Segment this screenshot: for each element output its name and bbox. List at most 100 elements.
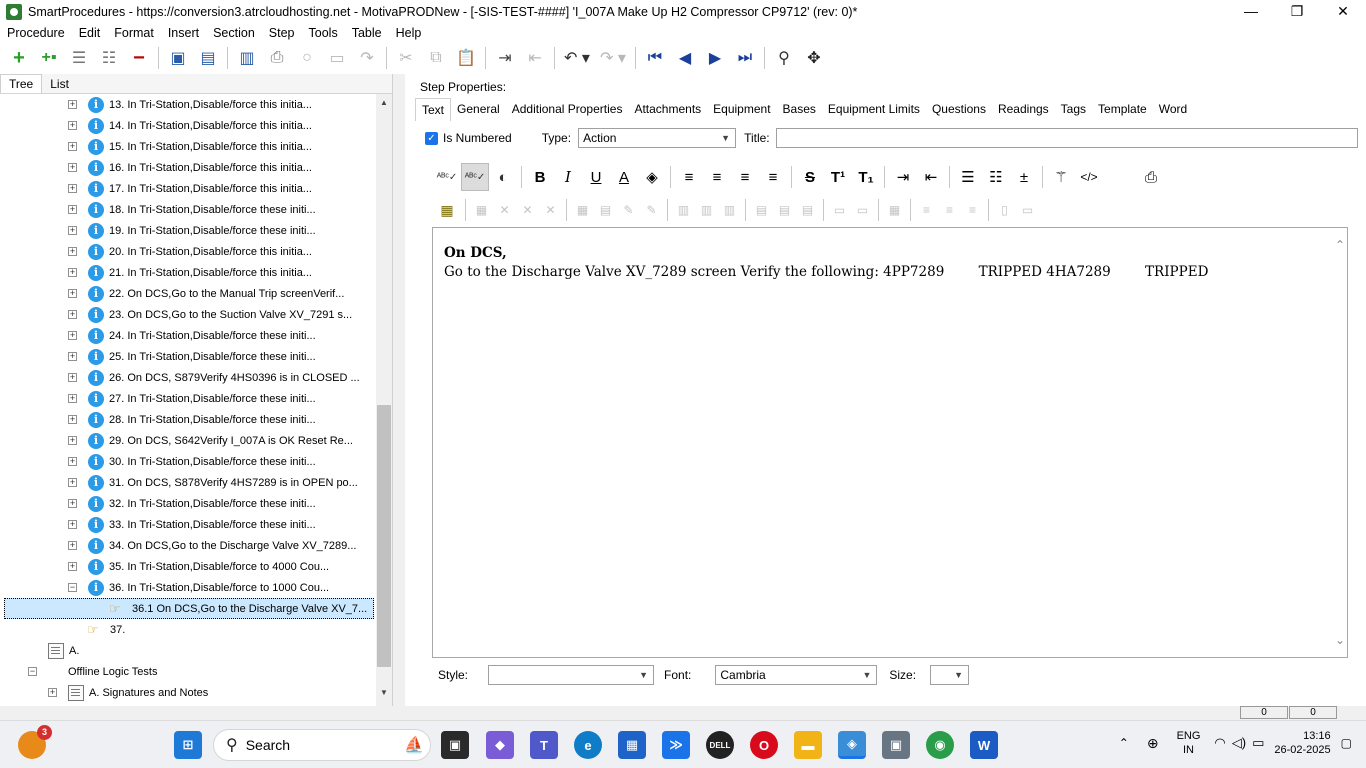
tree-item[interactable]: i 35. In Tri-Station,Disable/force to 400… bbox=[88, 556, 329, 577]
smartprocedures-icon[interactable]: ◈ bbox=[838, 731, 866, 759]
expand-icon[interactable]: + bbox=[68, 499, 77, 508]
tree-item[interactable]: i 28. In Tri-Station,Disable/force these … bbox=[88, 409, 316, 430]
menu-tools[interactable]: Tools bbox=[302, 26, 345, 40]
expand-icon[interactable]: + bbox=[68, 352, 77, 361]
expand-icon[interactable]: + bbox=[68, 142, 77, 151]
tab-general[interactable]: General bbox=[451, 98, 506, 121]
cut-icon[interactable]: ✂ bbox=[391, 44, 421, 72]
is-numbered-checkbox[interactable]: ✓ bbox=[425, 131, 438, 145]
autospell-icon[interactable]: ᴬᴮᶜ✓ bbox=[461, 163, 489, 191]
superscript-icon[interactable]: T¹ bbox=[824, 163, 852, 191]
tab-readings[interactable]: Readings bbox=[992, 98, 1055, 121]
tab-text[interactable]: Text bbox=[415, 98, 452, 121]
menu-procedure[interactable]: Procedure bbox=[0, 26, 72, 40]
next-step-icon[interactable]: ▶ bbox=[700, 44, 730, 72]
print-icon[interactable]: ⎙ bbox=[262, 44, 292, 72]
type-select[interactable]: Action ▼ bbox=[578, 128, 737, 148]
menu-format[interactable]: Format bbox=[107, 26, 161, 40]
minimize-button[interactable]: — bbox=[1228, 0, 1274, 24]
folder-icon[interactable]: ▬ bbox=[794, 731, 822, 759]
tree-item[interactable]: i 33. In Tri-Station,Disable/force these … bbox=[88, 514, 316, 535]
tree-item[interactable]: i 32. In Tri-Station,Disable/force these … bbox=[88, 493, 316, 514]
title-input[interactable] bbox=[775, 128, 1358, 148]
copilot-icon[interactable]: ◆ bbox=[486, 731, 514, 759]
expand-icon[interactable]: + bbox=[68, 520, 77, 529]
previous-step-icon[interactable]: ◀ bbox=[670, 44, 700, 72]
underline-icon[interactable]: U bbox=[582, 163, 610, 191]
tree-item[interactable]: i 34. On DCS,Go to the Discharge Valve XV… bbox=[88, 535, 356, 556]
remote-icon[interactable]: ≫ bbox=[662, 731, 690, 759]
tree-item[interactable]: i 24. In Tri-Station,Disable/force these … bbox=[88, 325, 316, 346]
horizontal-line-icon[interactable]: ± bbox=[1010, 163, 1038, 191]
weather-icon[interactable]: 3 bbox=[18, 725, 52, 759]
opera-icon[interactable]: O bbox=[750, 731, 778, 759]
tab-equipment-limits[interactable]: Equipment Limits bbox=[822, 98, 926, 121]
tree-scrollbar[interactable]: ▲ ▼ bbox=[376, 94, 392, 706]
expand-icon[interactable]: + bbox=[68, 163, 77, 172]
collapse-icon[interactable]: − bbox=[28, 667, 37, 676]
expand-icon[interactable]: + bbox=[68, 289, 77, 298]
expand-icon[interactable]: + bbox=[68, 415, 77, 424]
language-indicator[interactable]: ENG IN bbox=[1177, 729, 1201, 757]
tab-attachments[interactable]: Attachments bbox=[628, 98, 707, 121]
align-center-icon[interactable]: ≡ bbox=[703, 163, 731, 191]
tree-item[interactable]: i 21. In Tri-Station,Disable/force this i… bbox=[88, 262, 312, 283]
expand-icon[interactable]: + bbox=[68, 331, 77, 340]
bullet-list-icon[interactable]: ☰ bbox=[954, 163, 982, 191]
magic-wand-icon[interactable]: ⚚ bbox=[1047, 163, 1075, 191]
expand-icon[interactable]: + bbox=[48, 688, 57, 697]
expand-icon[interactable]: + bbox=[68, 457, 77, 466]
expand-icon[interactable]: + bbox=[68, 394, 77, 403]
tab-questions[interactable]: Questions bbox=[926, 98, 992, 121]
tab-bases[interactable]: Bases bbox=[777, 98, 822, 121]
tree-item[interactable]: i 36. In Tri-Station,Disable/force to 100… bbox=[88, 577, 329, 598]
tree-item[interactable]: i 14. In Tri-Station,Disable/force this i… bbox=[88, 115, 312, 136]
tab-tree[interactable]: Tree bbox=[0, 74, 43, 93]
insert-step-icon[interactable]: ☰ bbox=[64, 44, 94, 72]
chevron-up-icon[interactable]: ⌃ bbox=[1119, 736, 1129, 750]
expand-icon[interactable]: + bbox=[68, 478, 77, 487]
tree-item[interactable]: i 23. On DCS,Go to the Suction Valve XV_7… bbox=[88, 304, 352, 325]
italic-icon[interactable]: I bbox=[554, 163, 582, 191]
menu-help[interactable]: Help bbox=[389, 26, 429, 40]
delete-icon[interactable]: − bbox=[124, 44, 154, 72]
task-view-icon[interactable]: ▣ bbox=[441, 731, 469, 759]
menu-edit[interactable]: Edit bbox=[72, 26, 108, 40]
increase-indent-icon[interactable]: ⇥ bbox=[889, 163, 917, 191]
word-icon[interactable]: W bbox=[970, 731, 998, 759]
align-left-icon[interactable]: ≡ bbox=[675, 163, 703, 191]
style-select[interactable]: ▼ bbox=[488, 665, 655, 685]
last-step-icon[interactable]: ⏭ bbox=[730, 44, 760, 72]
tree-item[interactable]: ☞ 37. bbox=[87, 619, 125, 640]
clock[interactable]: 13:16 26-02-2025 bbox=[1274, 729, 1330, 757]
tree-item[interactable]: i 15. In Tri-Station,Disable/force this i… bbox=[88, 136, 312, 157]
tree-item[interactable]: i 29. On DCS, S642Verify I_007A is OK Res… bbox=[88, 430, 353, 451]
tree-item[interactable]: i 16. In Tri-Station,Disable/force this i… bbox=[88, 157, 312, 178]
add-icon[interactable]: + bbox=[4, 44, 34, 72]
tree-item[interactable]: i 18. In Tri-Station,Disable/force these … bbox=[88, 199, 316, 220]
chevron-down-icon[interactable]: ⌄ bbox=[1333, 633, 1347, 647]
size-select[interactable]: ▼ bbox=[930, 665, 970, 685]
search-box[interactable]: ⚲ Search ⛵ bbox=[213, 729, 431, 761]
menu-section[interactable]: Section bbox=[206, 26, 262, 40]
numbered-list-icon[interactable]: ☷ bbox=[982, 163, 1010, 191]
expand-icon[interactable]: + bbox=[68, 373, 77, 382]
menu-table[interactable]: Table bbox=[345, 26, 389, 40]
tree-item[interactable]: A. bbox=[48, 640, 79, 661]
subscript-icon[interactable]: T₁ bbox=[852, 163, 880, 191]
scroll-down-icon[interactable]: ▼ bbox=[376, 688, 392, 697]
expand-icon[interactable]: + bbox=[68, 121, 77, 130]
tab-equipment[interactable]: Equipment bbox=[707, 98, 776, 121]
add-child-icon[interactable]: +▪ bbox=[34, 44, 64, 72]
font-color-icon[interactable]: A bbox=[610, 163, 638, 191]
tree-item[interactable]: i 25. In Tri-Station,Disable/force these … bbox=[88, 346, 316, 367]
refresh-icon[interactable]: ○ bbox=[292, 44, 322, 72]
save-icon[interactable]: ▤ bbox=[193, 44, 223, 72]
move-icon[interactable]: ✥ bbox=[799, 44, 829, 72]
editor-scrollbar[interactable]: ⌃ ⌄ bbox=[1333, 228, 1347, 657]
expand-icon[interactable]: + bbox=[68, 436, 77, 445]
teams-icon[interactable]: T bbox=[530, 731, 558, 759]
tree-item[interactable]: i 17. In Tri-Station,Disable/force this i… bbox=[88, 178, 312, 199]
chrome-icon[interactable]: ◉ bbox=[926, 731, 954, 759]
chevron-up-icon[interactable]: ⌃ bbox=[1333, 238, 1347, 252]
